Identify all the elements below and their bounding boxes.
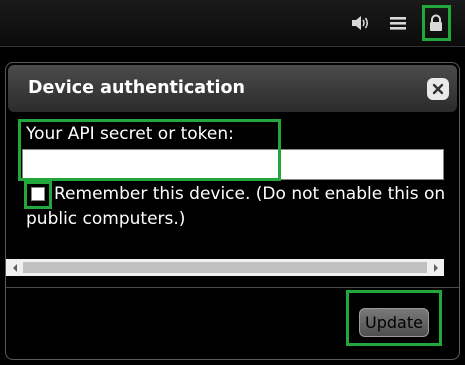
remember-device-label: Remember this device. (Do not enable thi… — [26, 184, 446, 229]
scroll-left-icon[interactable] — [6, 259, 23, 276]
scrollbar-thumb[interactable] — [23, 262, 427, 273]
lock-highlight — [422, 5, 451, 41]
top-toolbar — [0, 0, 465, 47]
hamburger-menu-icon[interactable] — [387, 11, 409, 35]
speaker-icon[interactable] — [349, 11, 371, 35]
api-secret-input[interactable] — [22, 149, 444, 180]
scroll-right-icon[interactable] — [427, 259, 444, 276]
dialog-title: Device authentication — [28, 78, 245, 98]
dialog-header: Device authentication — [8, 65, 457, 112]
api-secret-label: Your API secret or token: — [26, 124, 234, 144]
horizontal-scrollbar[interactable] — [6, 259, 444, 276]
update-button[interactable]: Update — [359, 308, 429, 337]
device-auth-dialog: Device authentication Your API secret or… — [5, 62, 460, 360]
footer-divider — [6, 287, 459, 288]
remember-device-checkbox[interactable] — [31, 187, 45, 201]
close-icon[interactable] — [427, 78, 449, 100]
